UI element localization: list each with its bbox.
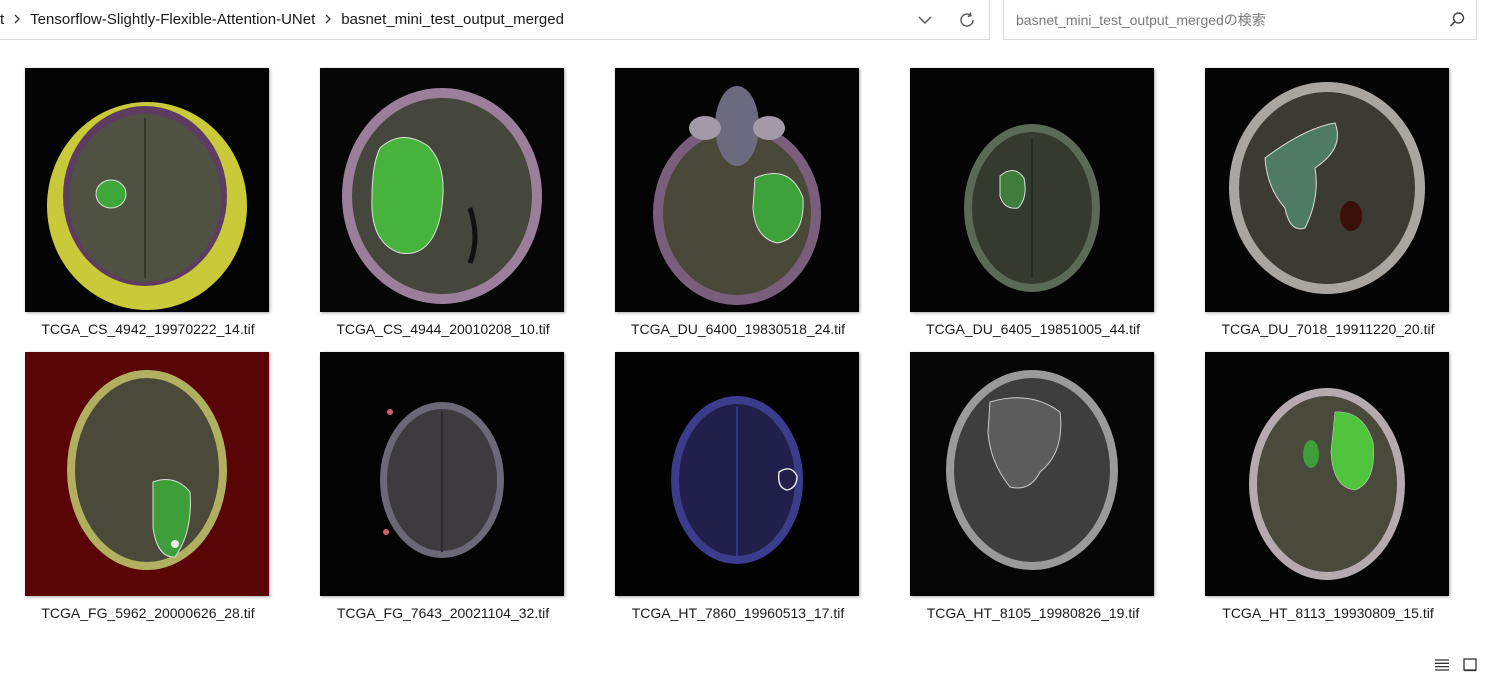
file-item[interactable]: TCGA_FG_7643_20021104_32.tif — [313, 352, 573, 628]
file-name[interactable]: TCGA_FG_5962_20000626_28.tif — [18, 605, 278, 621]
search-icon[interactable] — [1448, 11, 1466, 29]
file-item[interactable]: TCGA_CS_4944_20010208_10.tif — [313, 68, 573, 344]
file-item[interactable]: TCGA_FG_5962_20000626_28.tif — [18, 352, 278, 628]
details-view-button[interactable] — [1428, 654, 1456, 676]
file-thumbnail[interactable] — [615, 352, 859, 596]
search-input[interactable] — [1014, 10, 1438, 29]
chevron-right-icon[interactable] — [13, 12, 21, 27]
file-thumbnail[interactable] — [25, 68, 269, 312]
file-name[interactable]: TCGA_DU_7018_19911220_20.tif — [1198, 321, 1458, 337]
file-thumbnail[interactable] — [1205, 68, 1449, 312]
file-thumbnail[interactable] — [910, 68, 1154, 312]
file-item[interactable]: TCGA_DU_7018_19911220_20.tif — [1198, 68, 1458, 344]
refresh-button[interactable] — [949, 2, 985, 38]
file-name[interactable]: TCGA_HT_8105_19980826_19.tif — [903, 605, 1163, 621]
file-name[interactable]: TCGA_CS_4944_20010208_10.tif — [313, 321, 573, 337]
details-view-icon — [1435, 659, 1449, 671]
file-item[interactable]: TCGA_CS_4942_19970222_14.tif — [18, 68, 278, 344]
large-icons-view-icon — [1463, 658, 1477, 672]
file-item[interactable]: TCGA_DU_6405_19851005_44.tif — [903, 68, 1163, 344]
large-icons-view-button[interactable] — [1456, 654, 1484, 676]
file-thumbnail[interactable] — [910, 352, 1154, 596]
file-thumbnail[interactable] — [320, 68, 564, 312]
file-name[interactable]: TCGA_HT_8113_19930809_15.tif — [1198, 605, 1458, 621]
file-name[interactable]: TCGA_DU_6405_19851005_44.tif — [903, 321, 1163, 337]
view-switcher — [1428, 654, 1484, 676]
breadcrumb-item-root[interactable]: t — [0, 11, 4, 28]
address-bar[interactable]: t Tensorflow-Slightly-Flexible-Attention… — [0, 0, 990, 40]
file-name[interactable]: TCGA_HT_7860_19960513_17.tif — [608, 605, 868, 621]
file-thumbnail[interactable] — [1205, 352, 1449, 596]
file-thumbnail[interactable] — [320, 352, 564, 596]
refresh-icon — [960, 12, 974, 27]
file-name[interactable]: TCGA_FG_7643_20021104_32.tif — [313, 605, 573, 621]
search-box[interactable] — [1003, 0, 1477, 40]
file-item[interactable]: TCGA_HT_7860_19960513_17.tif — [608, 352, 868, 628]
chevron-right-icon[interactable] — [324, 12, 332, 27]
file-item[interactable]: TCGA_HT_8113_19930809_15.tif — [1198, 352, 1458, 628]
breadcrumb-item-current-folder[interactable]: basnet_mini_test_output_merged — [341, 11, 564, 28]
breadcrumb-item-project[interactable]: Tensorflow-Slightly-Flexible-Attention-U… — [30, 11, 315, 28]
history-dropdown-button[interactable] — [907, 2, 943, 38]
explorer-toolbar: t Tensorflow-Slightly-Flexible-Attention… — [0, 0, 1491, 42]
file-thumbnail[interactable] — [615, 68, 859, 312]
chevron-down-icon — [918, 16, 932, 24]
file-name[interactable]: TCGA_CS_4942_19970222_14.tif — [18, 321, 278, 337]
file-item[interactable]: TCGA_HT_8105_19980826_19.tif — [903, 352, 1163, 628]
file-item[interactable]: TCGA_DU_6400_19830518_24.tif — [608, 68, 868, 344]
file-name[interactable]: TCGA_DU_6400_19830518_24.tif — [608, 321, 868, 337]
file-thumbnail[interactable] — [25, 352, 269, 596]
